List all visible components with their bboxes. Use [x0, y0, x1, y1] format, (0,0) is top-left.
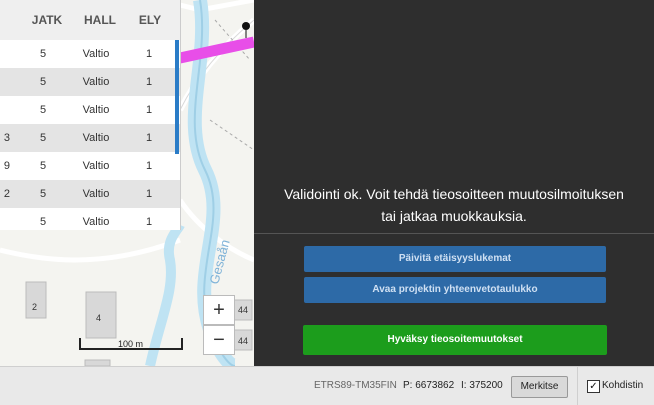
cell-jatk: 5 — [39, 216, 47, 228]
column-header-jatk[interactable]: JATK — [30, 13, 64, 27]
cell-hall: Valtio — [82, 188, 110, 200]
table-row[interactable]: 2 5 Valtio 1 — [0, 180, 180, 208]
building-number-label: 44 — [238, 336, 249, 346]
validation-message-line2: tai jatkaa muokkauksia. — [381, 208, 527, 224]
p-coordinate: P: 6673862 — [403, 380, 455, 391]
zoom-out-button[interactable]: − — [203, 325, 235, 355]
cell-jatk: 5 — [39, 76, 47, 88]
zoom-in-button[interactable]: + — [203, 295, 235, 325]
table-row[interactable]: 5 Valtio 1 — [0, 208, 180, 230]
accept-changes-button[interactable]: Hyväksy tieosoitemuutokset — [303, 325, 607, 355]
mark-button[interactable]: Merkitse — [511, 376, 568, 398]
crosshair-checkbox[interactable]: ✓ — [587, 380, 600, 393]
cell-ely: 1 — [145, 216, 153, 228]
coordinate-system-label: ETRS89-TM35FIN — [314, 380, 397, 391]
panel-divider — [254, 233, 654, 234]
cell-partial: 9 — [3, 160, 10, 172]
footer-separator — [577, 367, 578, 405]
cell-jatk: 5 — [39, 104, 47, 116]
table-row[interactable]: 5 Valtio 1 — [0, 96, 180, 124]
project-panel: Validointi ok. Voit tehdä tieosoitteen m… — [254, 0, 654, 366]
cell-partial: 3 — [3, 132, 10, 144]
validation-message: Validointi ok. Voit tehdä tieosoitteen m… — [254, 183, 654, 227]
cell-hall: Valtio — [82, 216, 110, 228]
cell-hall: Valtio — [82, 160, 110, 172]
cell-jatk: 5 — [39, 48, 47, 60]
building-number-label: 4 — [96, 313, 102, 323]
open-summary-table-button[interactable]: Avaa projektin yhteenvetotaulukko — [304, 277, 606, 303]
building-number-label: 44 — [238, 305, 249, 315]
cell-jatk: 5 — [39, 188, 47, 200]
cell-jatk: 5 — [39, 160, 47, 172]
road-table: JATK HALL ELY 5 Valtio 1 5 Valtio 1 5 Va… — [0, 0, 181, 230]
cell-hall: Valtio — [82, 76, 110, 88]
cell-hall: Valtio — [82, 132, 110, 144]
table-row[interactable]: 5 Valtio 1 — [0, 40, 180, 68]
cell-partial: 2 — [3, 188, 10, 200]
cell-ely: 1 — [145, 104, 153, 116]
table-row[interactable]: 3 5 Valtio 1 — [0, 124, 180, 152]
cell-jatk: 5 — [39, 132, 47, 144]
cell-ely: 1 — [145, 48, 153, 60]
map-view[interactable]: Gesaån 2 4 44 44 JATK HALL ELY 5 Valtio … — [0, 0, 254, 366]
table-row[interactable]: 9 5 Valtio 1 — [0, 152, 180, 180]
validation-message-line1: Validointi ok. Voit tehdä tieosoitteen m… — [284, 186, 624, 202]
column-header-ely[interactable]: ELY — [136, 13, 164, 27]
table-scrollbar[interactable] — [175, 40, 179, 154]
column-header-hall[interactable]: HALL — [78, 13, 122, 27]
scale-label: 100 m — [118, 339, 144, 349]
update-distances-button[interactable]: Päivitä etäisyyslukemat — [304, 246, 606, 272]
status-bar: ETRS89-TM35FIN P: 6673862 I: 375200 Merk… — [0, 366, 654, 405]
cell-ely: 1 — [145, 76, 153, 88]
cell-hall: Valtio — [82, 48, 110, 60]
crosshair-label[interactable]: Kohdistin — [602, 380, 643, 391]
cell-ely: 1 — [145, 160, 153, 172]
table-header: JATK HALL ELY — [0, 0, 180, 40]
building-number-label: 2 — [32, 302, 38, 312]
cell-hall: Valtio — [82, 104, 110, 116]
cell-ely: 1 — [145, 132, 153, 144]
i-coordinate: I: 375200 — [461, 380, 503, 391]
table-row[interactable]: 5 Valtio 1 — [0, 68, 180, 96]
cell-ely: 1 — [145, 188, 153, 200]
